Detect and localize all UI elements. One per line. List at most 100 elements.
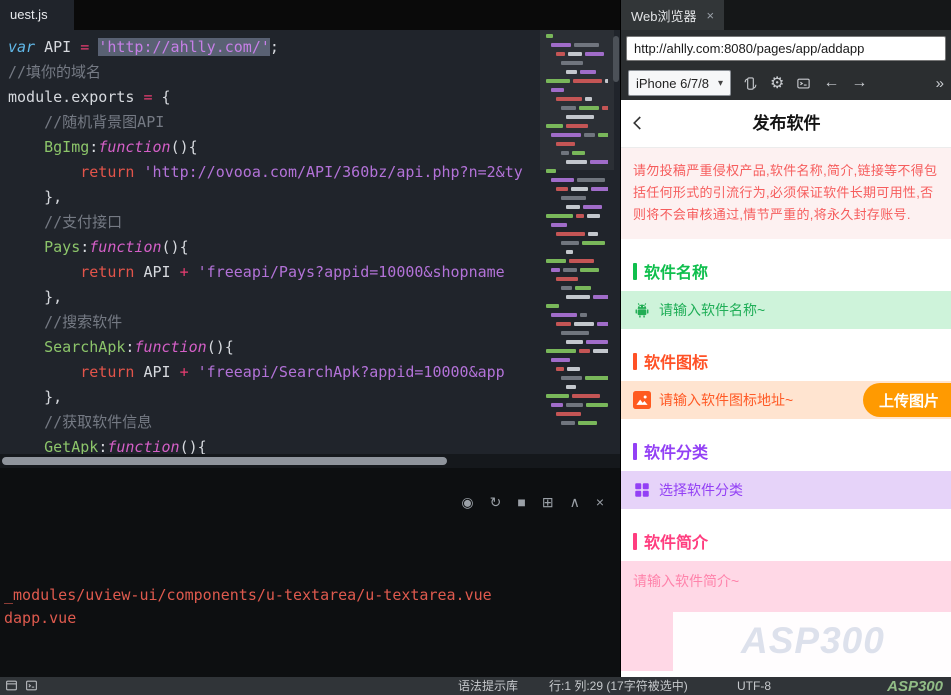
stop-icon[interactable]: ■: [517, 494, 525, 510]
terminal-panel-icon[interactable]: [25, 679, 38, 695]
cursor-position-status[interactable]: 行:1 列:29 (17字符被选中): [549, 677, 688, 695]
minimap[interactable]: [546, 34, 608, 446]
status-bar: 语法提示库 行:1 列:29 (17字符被选中) UTF-8: [0, 677, 951, 695]
form-section-category: 软件分类 选择软件分类: [621, 433, 951, 509]
image-icon: [633, 391, 651, 409]
section-accent-bar: [633, 442, 637, 460]
code-line[interactable]: GetApk:function(){: [8, 435, 542, 454]
console-line[interactable]: _modules/uview-ui/components/u-textarea/…: [4, 584, 492, 607]
minimap-line: [546, 367, 608, 371]
back-icon[interactable]: ←: [823, 74, 839, 92]
minimap-line: [546, 178, 608, 182]
section-accent-bar: [633, 532, 637, 550]
minimap-line: [546, 160, 608, 164]
console-window-icon[interactable]: [796, 76, 811, 91]
category-field[interactable]: 选择软件分类: [621, 471, 951, 509]
minimap-line: [546, 52, 608, 56]
minimap-line: [546, 295, 608, 299]
minimap-line: [546, 421, 608, 425]
code-line[interactable]: //搜索软件: [8, 310, 542, 335]
console-line[interactable]: dapp.vue: [4, 607, 492, 630]
minimap-line: [546, 259, 608, 263]
section-accent-bar: [633, 352, 637, 370]
tab-request-js[interactable]: uest.js: [0, 0, 74, 30]
code-line[interactable]: },: [8, 185, 542, 210]
watermark-green: ASP300: [887, 678, 943, 695]
rotate-device-icon[interactable]: [743, 76, 758, 91]
minimap-line: [546, 214, 608, 218]
name-placeholder: 请输入软件名称~: [659, 302, 766, 318]
console-panel-icon[interactable]: [5, 679, 18, 695]
code-line[interactable]: return API + 'freeapi/Pays?appid=10000&s…: [8, 260, 542, 285]
code-line[interactable]: return 'http://ovooa.com/API/360bz/api.p…: [8, 160, 542, 185]
console-output: _modules/uview-ui/components/u-textarea/…: [4, 584, 492, 630]
minimap-line: [546, 196, 608, 200]
encoding-status[interactable]: UTF-8: [737, 677, 771, 695]
icon-placeholder: 请输入软件图标地址~: [659, 392, 794, 408]
screenshot-icon[interactable]: ⊞: [542, 494, 554, 510]
preview-page: 发布软件 请勿投稿严重侵权产品,软件名称,简介,链接等不得包括任何形式的引流行为…: [621, 100, 951, 695]
form-section-name: 软件名称请输入软件名称~: [621, 253, 951, 329]
minimap-line: [546, 205, 608, 209]
browser-pane: Web浏览器 × iPhone 6/7/8 ▾ ⚙ ← → »: [620, 0, 951, 695]
code-line[interactable]: //随机背景图API: [8, 110, 542, 135]
minimap-line: [546, 115, 608, 119]
tab-web-browser[interactable]: Web浏览器 ×: [621, 0, 725, 30]
minimap-line: [546, 223, 608, 227]
app-window: uest.js var API = 'http://ahlly.com/';//…: [0, 0, 951, 695]
minimap-line: [546, 34, 608, 38]
collapse-icon[interactable]: ∧: [570, 494, 580, 510]
code-line[interactable]: //填你的域名: [8, 60, 542, 85]
device-selector[interactable]: iPhone 6/7/8 ▾: [628, 70, 732, 96]
syntax-lib-status[interactable]: 语法提示库: [458, 677, 518, 695]
minimap-line: [546, 313, 608, 317]
minimap-line: [546, 331, 608, 335]
code-line[interactable]: SearchApk:function(){: [8, 335, 542, 360]
minimap-line: [546, 97, 608, 101]
minimap-line: [546, 106, 608, 110]
code-line[interactable]: Pays:function(){: [8, 235, 542, 260]
watermark-text: ASP300: [741, 620, 885, 661]
more-tools-icon[interactable]: »: [936, 75, 944, 92]
code-line[interactable]: var API = 'http://ahlly.com/';: [8, 35, 542, 60]
restart-icon[interactable]: ↻: [490, 494, 502, 510]
browser-tab-label: Web浏览器: [631, 8, 697, 24]
vertical-scrollbar-thumb[interactable]: [613, 36, 619, 82]
warning-text: 请勿投稿严重侵权产品,软件名称,简介,链接等不得包括任何形式的引流行为,必须保证…: [621, 148, 951, 239]
editor-tab-bar: uest.js: [0, 0, 620, 30]
minimap-line: [546, 304, 608, 308]
url-input[interactable]: [626, 35, 946, 61]
icon-field[interactable]: 请输入软件图标地址~ 上传图片: [621, 381, 951, 419]
upload-image-button[interactable]: 上传图片: [862, 383, 951, 417]
code-line[interactable]: },: [8, 285, 542, 310]
intro-placeholder: 请输入软件简介~: [633, 573, 740, 589]
horizontal-scrollbar-thumb[interactable]: [2, 457, 447, 465]
minimap-line: [546, 268, 608, 272]
watermark-overlay: ASP300: [673, 612, 951, 676]
code-line[interactable]: module.exports = {: [8, 85, 542, 110]
forward-icon[interactable]: →: [851, 74, 867, 92]
back-chevron-icon[interactable]: [629, 114, 647, 132]
name-field[interactable]: 请输入软件名称~: [621, 291, 951, 329]
code-line[interactable]: },: [8, 385, 542, 410]
section-title: 软件名称: [644, 265, 709, 282]
horizontal-scrollbar-track[interactable]: [0, 454, 620, 468]
browser-url-bar: [621, 30, 951, 66]
code-line[interactable]: return API + 'freeapi/SearchApk?appid=10…: [8, 360, 542, 385]
minimap-line: [546, 151, 608, 155]
close-tab-icon[interactable]: ×: [707, 8, 715, 23]
page-header: 发布软件: [621, 100, 951, 148]
browser-toolbar: iPhone 6/7/8 ▾ ⚙ ← → »: [621, 66, 951, 100]
code-line[interactable]: BgImg:function(){: [8, 135, 542, 160]
debug-icon[interactable]: ◉: [461, 494, 473, 510]
minimap-line: [546, 286, 608, 290]
editor-pane: uest.js var API = 'http://ahlly.com/';//…: [0, 0, 620, 677]
gear-icon[interactable]: ⚙: [770, 73, 784, 93]
close-icon[interactable]: ×: [596, 494, 604, 510]
code-line[interactable]: //获取软件信息: [8, 410, 542, 435]
minimap-line: [546, 349, 608, 353]
form-section-icon: 软件图标 请输入软件图标地址~ 上传图片: [621, 343, 951, 419]
code-area[interactable]: var API = 'http://ahlly.com/';//填你的域名 mod…: [0, 30, 542, 454]
code-line[interactable]: //支付接口: [8, 210, 542, 235]
android-icon: [633, 301, 651, 319]
